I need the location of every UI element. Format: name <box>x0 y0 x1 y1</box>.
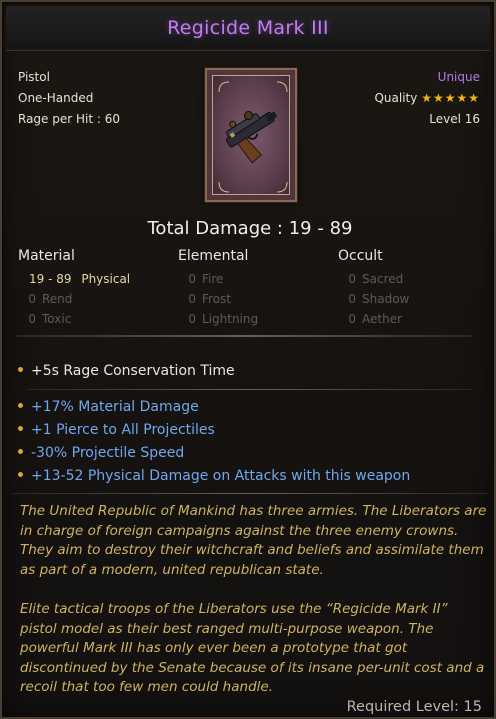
occult-header: Occult <box>338 248 383 264</box>
item-level: Level 16 <box>429 112 480 126</box>
frost-damage: 0 Frost <box>168 292 231 306</box>
lore-line: They aim to destroy their witchcraft and… <box>20 542 484 558</box>
divider <box>26 389 472 390</box>
lore-line: The United Republic of Mankind has three… <box>20 503 487 519</box>
lore-paragraph-1: The United Republic of Mankind has three… <box>20 502 490 580</box>
elemental-header: Elemental <box>178 248 249 264</box>
sacred-damage: 0 Sacred <box>328 272 403 286</box>
material-header: Material <box>18 248 75 264</box>
modifier-line: -30% Projectile Speed <box>18 445 184 461</box>
modifier-text: +13-52 Physical Damage on Attacks with t… <box>31 468 411 484</box>
lore-line: as part of a modern, united republican s… <box>20 561 324 578</box>
lightning-damage-value: 0 <box>188 312 196 326</box>
lore-line: discontinued by the Senate because of it… <box>20 659 485 676</box>
bullet-dot-icon <box>18 471 23 477</box>
bullet-dot-icon <box>18 425 23 431</box>
physical-damage: 19 - 89 Physical <box>18 272 130 286</box>
modifier-line: +1 Pierce to All Projectiles <box>18 422 215 438</box>
divider <box>12 493 488 494</box>
implicit-modifier-text: +5s Rage Conservation Time <box>31 363 235 379</box>
lore-line: recoil that too few men could handle. <box>20 679 273 695</box>
frost-damage-label: Frost <box>202 292 231 306</box>
physical-damage-value: 19 - 89 <box>29 272 72 286</box>
required-level: Required Level: 15 <box>346 699 482 715</box>
toxic-damage-value: 0 <box>28 312 36 326</box>
lightning-damage-label: Lightning <box>202 312 259 326</box>
modifier-text: +17% Material Damage <box>31 399 199 415</box>
item-quality: Quality ★★★★★ <box>374 91 480 105</box>
lore-line: Elite tactical troops of the Liberators … <box>20 601 448 617</box>
aether-damage-value: 0 <box>348 312 356 326</box>
pistol-icon <box>218 81 288 193</box>
lore-paragraph-2: Elite tactical troops of the Liberators … <box>20 600 490 698</box>
bullet-dot-icon <box>18 402 23 408</box>
fire-damage-value: 0 <box>188 272 196 286</box>
total-damage: Total Damage : 19 - 89 <box>147 218 353 239</box>
fire-damage: 0 Fire <box>168 272 223 286</box>
physical-damage-label: Physical <box>81 272 131 286</box>
modifier-text: +1 Pierce to All Projectiles <box>31 422 215 438</box>
item-portrait-frame <box>212 75 290 195</box>
rend-damage-label: Rend <box>42 292 73 306</box>
fire-damage-label: Fire <box>202 272 224 286</box>
item-name: Regicide Mark III <box>167 17 329 39</box>
item-type: Pistol <box>18 70 50 84</box>
sacred-damage-value: 0 <box>348 272 356 286</box>
bullet-dot-icon <box>18 448 23 454</box>
sacred-damage-label: Sacred <box>362 272 404 286</box>
shadow-damage: 0 Shadow <box>328 292 409 306</box>
item-portrait <box>205 68 297 202</box>
toxic-damage-label: Toxic <box>42 312 72 326</box>
frost-damage-value: 0 <box>188 292 196 306</box>
lightning-damage: 0 Lightning <box>168 312 258 326</box>
aether-damage-label: Aether <box>362 312 403 326</box>
aether-damage: 0 Aether <box>328 312 402 326</box>
modifier-text: -30% Projectile Speed <box>31 445 185 461</box>
rage-per-hit: Rage per Hit : 60 <box>18 112 120 126</box>
item-rarity: Unique <box>437 70 480 84</box>
divider <box>16 335 472 337</box>
lore-line: powerful Mark III has only ever been a p… <box>20 640 408 656</box>
title-bar: Regicide Mark III <box>6 6 490 51</box>
rend-damage-value: 0 <box>28 292 36 306</box>
lore-line: in charge of foreign campaigns against t… <box>20 522 459 539</box>
lore-line: pistol model as their best ranged multi-… <box>20 620 434 637</box>
modifier-line: +17% Material Damage <box>18 399 199 415</box>
shadow-damage-value: 0 <box>348 292 356 306</box>
item-handedness: One-Handed <box>18 91 94 105</box>
quality-stars-icon: ★★★★★ <box>421 91 480 105</box>
shadow-damage-label: Shadow <box>362 292 410 306</box>
toxic-damage: 0 Toxic <box>8 312 71 326</box>
modifier-line: +13-52 Physical Damage on Attacks with t… <box>18 468 410 484</box>
rend-damage: 0 Rend <box>8 292 72 306</box>
quality-label: Quality <box>374 91 418 105</box>
bullet-dot-icon <box>18 366 23 372</box>
item-tooltip: Regicide Mark III Pistol One-Handed Rage… <box>0 0 496 719</box>
implicit-modifier: +5s Rage Conservation Time <box>18 363 235 379</box>
